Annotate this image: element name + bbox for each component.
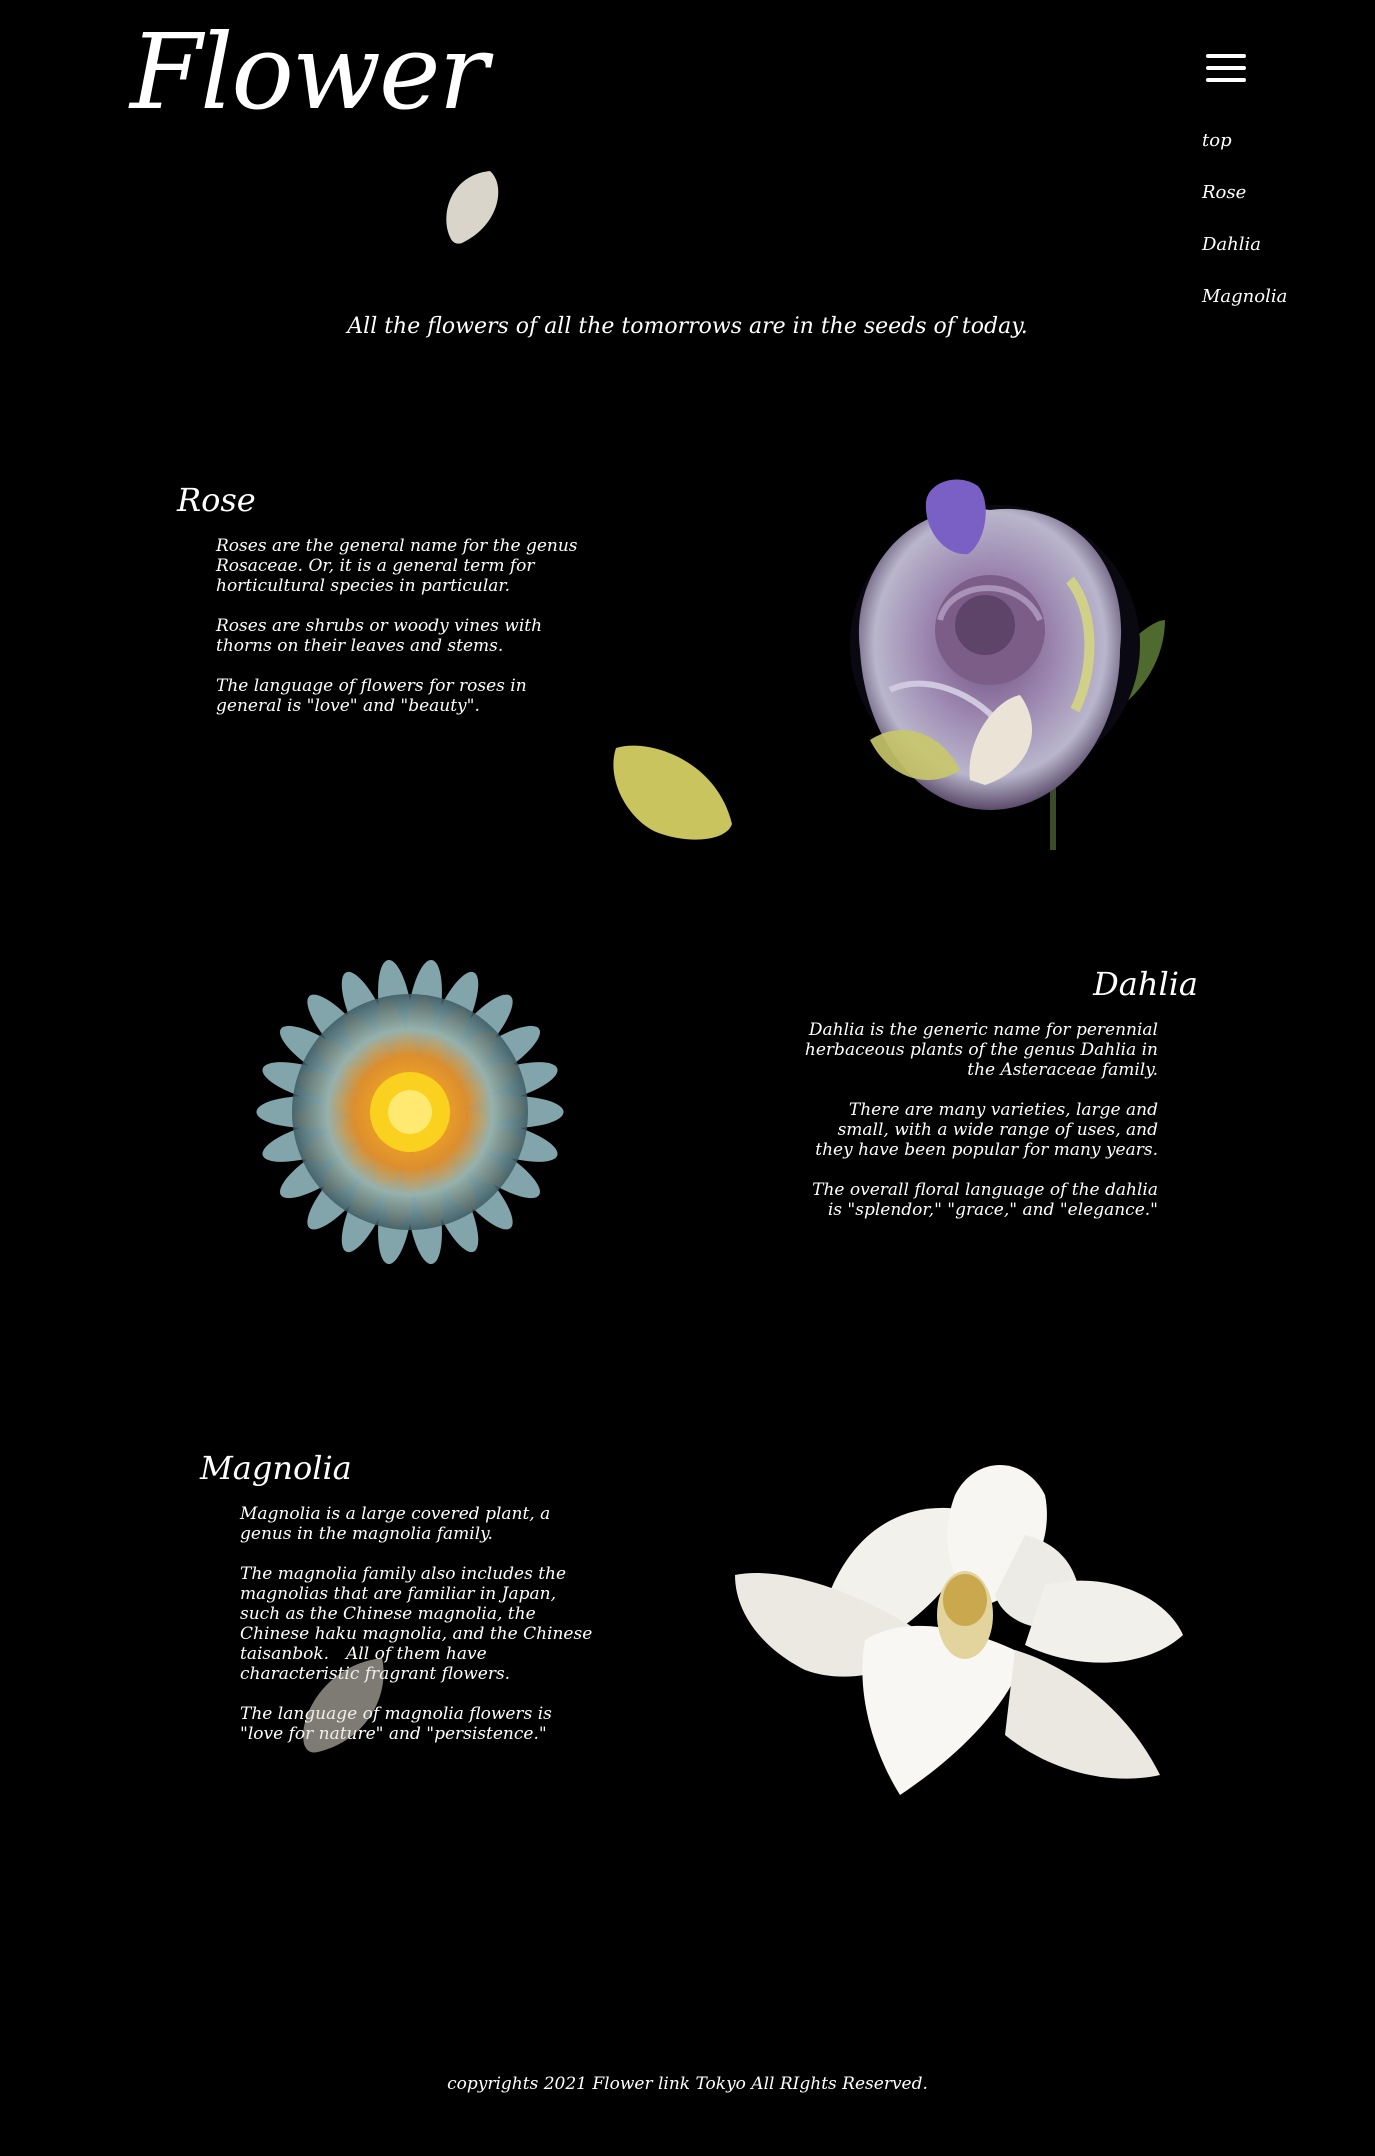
falling-petal-image — [613, 745, 732, 840]
magnolia-description: Magnolia is a large covered plant, a gen… — [240, 1504, 600, 1764]
rose-paragraph: Roses are shrubs or woody vines with tho… — [216, 616, 543, 656]
hamburger-menu-icon[interactable] — [1206, 54, 1246, 86]
dahlia-heading: Dahlia — [1093, 965, 1198, 1003]
nav-link-dahlia[interactable]: Dahlia — [1202, 232, 1287, 284]
rose-image — [850, 505, 1165, 850]
hero-tagline: All the flowers of all the tomorrows are… — [347, 314, 1028, 339]
rose-paragraph: Roses are the general name for the genus… — [216, 536, 578, 596]
magnolia-paragraph: The magnolia family also includes the ma… — [240, 1564, 593, 1684]
menu-bar — [1206, 66, 1246, 70]
magnolia-paragraph: The language of magnolia flowers is "lov… — [240, 1704, 552, 1744]
dahlia-paragraph: There are many varieties, large and smal… — [815, 1100, 1158, 1160]
nav-link-top[interactable]: top — [1202, 128, 1287, 180]
dahlia-paragraph: Dahlia is the generic name for perennial… — [804, 1020, 1158, 1080]
falling-petal-image — [303, 1658, 384, 1753]
magnolia-heading: Magnolia — [200, 1449, 352, 1487]
nav-link-rose[interactable]: Rose — [1202, 180, 1287, 232]
footer-copyright: copyrights 2021 Flower link Tokyo All RI… — [447, 2074, 928, 2094]
dahlia-description: Dahlia is the generic name for perennial… — [803, 1020, 1158, 1240]
dahlia-paragraph: The overall floral language of the dahli… — [812, 1180, 1158, 1220]
rose-paragraph: The language of flowers for roses in gen… — [216, 676, 527, 716]
falling-petal-image — [446, 171, 499, 244]
rose-description: Roses are the general name for the genus… — [216, 536, 586, 736]
magnolia-paragraph: Magnolia is a large covered plant, a gen… — [240, 1504, 551, 1544]
rose-heading: Rose — [177, 481, 256, 519]
menu-bar — [1206, 54, 1246, 58]
dahlia-image — [256, 959, 564, 1265]
magnolia-image — [735, 1465, 1183, 1795]
side-nav: top Rose Dahlia Magnolia — [1202, 128, 1287, 336]
menu-bar — [1206, 78, 1246, 82]
site-logo[interactable]: Flower — [130, 20, 488, 124]
falling-petal-image — [925, 479, 986, 555]
